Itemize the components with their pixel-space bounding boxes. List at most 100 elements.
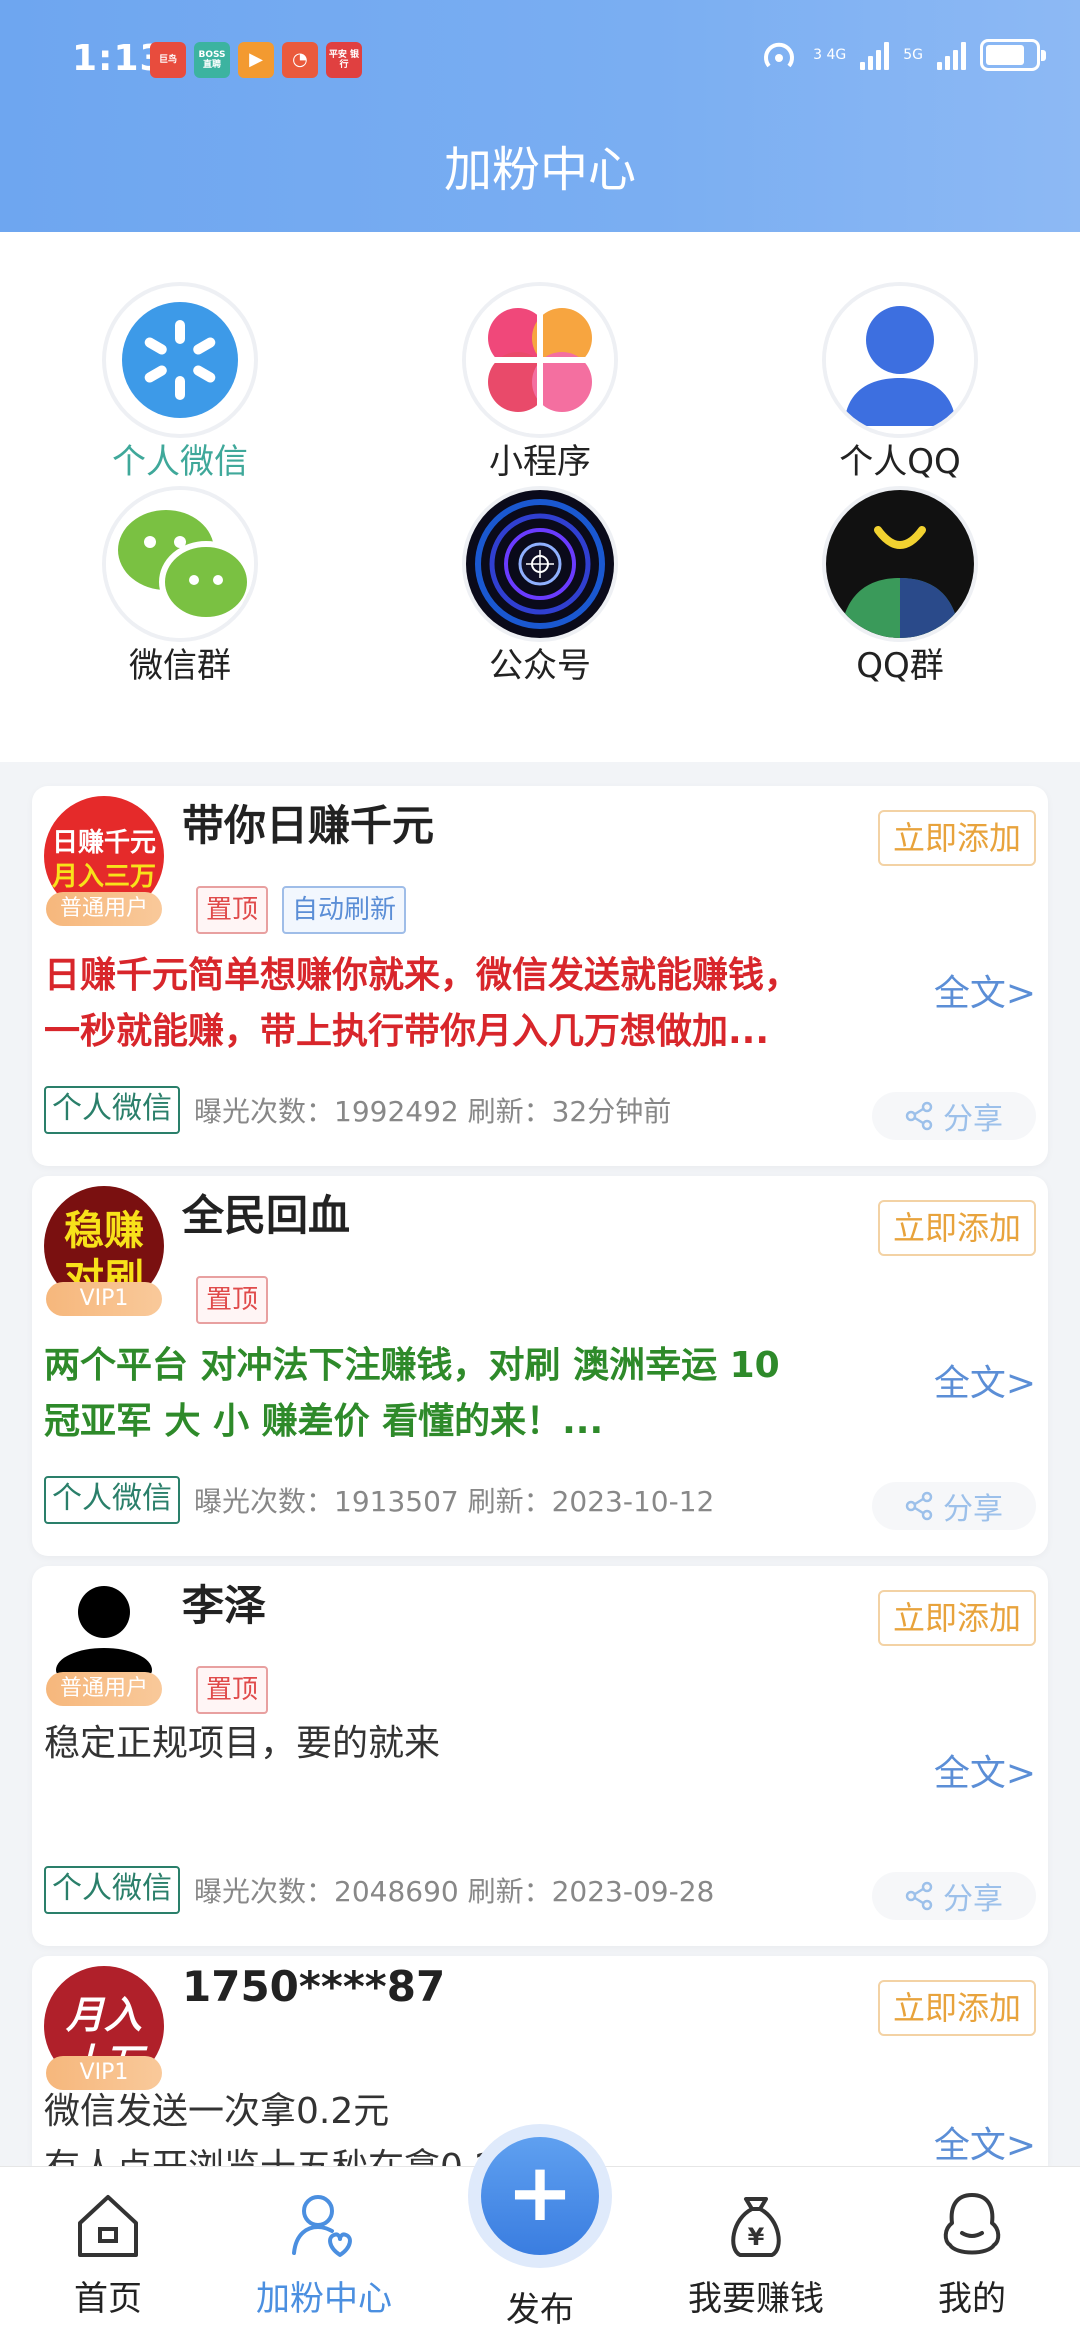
nav-profile[interactable]: 我的 <box>882 2189 1062 2320</box>
share-label: 分享 <box>943 1492 1003 1527</box>
nav-label: 首页 <box>74 2279 142 2319</box>
nav-earn-money[interactable]: ¥ 我要赚钱 <box>666 2189 846 2320</box>
network-type-2: 5G <box>903 47 923 63</box>
nav-label: 我的 <box>938 2279 1006 2319</box>
user-level-badge: VIP1 <box>46 1282 162 1316</box>
app-icon-video: ▶ <box>238 42 274 78</box>
post-author-name: 1750****87 <box>182 1962 446 2011</box>
post-content: 日赚千元简单想赚你就来，微信发送就能赚钱， 一秒就能赚，带上执行带你月入几万想做… <box>44 948 904 1060</box>
post-author-name: 李泽 <box>182 1581 267 1630</box>
avatar-text-line-1: 月入 <box>65 1993 142 2037</box>
page-title: 加粉中心 <box>443 142 636 198</box>
post-content-line: 微信发送一次拿0.2元 <box>44 2091 390 2132</box>
post-content-line: 冠亚军 大 小 赚差价 看懂的来！... <box>44 1401 604 1442</box>
plus-icon: + <box>481 2137 599 2255</box>
mini-program-icon <box>466 286 614 434</box>
post-author-name: 全民回血 <box>182 1191 351 1240</box>
category-official-account[interactable]: 公众号 <box>430 490 650 686</box>
contact-type-tag: 个人微信 <box>44 1476 180 1524</box>
fans-center-icon <box>292 2195 352 2257</box>
money-bag-icon: ¥ <box>731 2197 781 2257</box>
post-footer: 个人微信 曝光次数：1992492 刷新：32分钟前 <box>44 1086 671 1134</box>
category-wechat-group[interactable]: 微信群 <box>70 490 290 686</box>
signal-icon-2 <box>937 40 966 70</box>
post-content-line: 日赚千元简单想赚你就来，微信发送就能赚钱， <box>44 955 801 996</box>
share-button[interactable]: 分享 <box>872 1092 1036 1140</box>
avatar-text-line-2: 月入三万 <box>51 862 156 892</box>
post-content: 两个平台 对冲法下注赚钱，对刷 澳洲幸运 10 冠亚军 大 小 赚差价 看懂的来… <box>44 1338 904 1450</box>
category-qq-group[interactable]: QQ群 <box>790 490 1010 686</box>
hotspot-icon <box>764 42 795 68</box>
category-mini-program[interactable]: 小程序 <box>430 286 650 482</box>
full-text-link[interactable]: 全文> <box>934 2116 1036 2166</box>
nav-fans-center[interactable]: 加粉中心 <box>234 2189 414 2320</box>
post-content-line: 稳定正规项目，要的就来 <box>44 1723 441 1764</box>
share-label: 分享 <box>943 1102 1003 1137</box>
share-icon <box>905 1101 933 1131</box>
share-icon <box>905 1881 933 1911</box>
share-button[interactable]: 分享 <box>872 1482 1036 1530</box>
pinned-tag: 置顶 <box>196 1666 269 1714</box>
nav-label: 加粉中心 <box>256 2279 392 2319</box>
app-header: 1:13 巨鸟 BOSS 直聘 ▶ ◔ 平安 银行 3 4G 5G 加粉中心 <box>0 0 1080 232</box>
full-text-link[interactable]: 全文> <box>934 1744 1036 1796</box>
status-bar: 1:13 巨鸟 BOSS 直聘 ▶ ◔ 平安 银行 3 4G 5G <box>0 0 1080 120</box>
app-icon-boss: BOSS 直聘 <box>194 42 230 78</box>
post-footer: 个人微信 曝光次数：1913507 刷新：2023-10-12 <box>44 1476 714 1524</box>
post-meta: 曝光次数：2048690 刷新：2023-09-28 <box>194 1875 715 1908</box>
user-level-badge: 普通用户 <box>46 892 162 926</box>
share-button[interactable]: 分享 <box>872 1872 1036 1920</box>
avatar-text-line-1: 日赚千元 <box>51 828 156 858</box>
signal-icon-1 <box>860 40 890 70</box>
qq-personal-icon <box>826 286 974 434</box>
add-now-button[interactable]: 立即添加 <box>878 810 1036 866</box>
network-type-1: 3 4G <box>813 47 847 63</box>
category-label: QQ群 <box>856 646 944 686</box>
app-icon-1: 巨鸟 <box>150 42 186 78</box>
category-label: 微信群 <box>129 646 231 686</box>
notification-icons: 巨鸟 BOSS 直聘 ▶ ◔ 平安 银行 <box>150 42 362 78</box>
svg-text:¥: ¥ <box>748 2223 765 2251</box>
post-content-line: 有人点开浏览十五秒在拿0.2 <box>44 2140 904 2166</box>
post-content: 微信发送一次拿0.2元 有人点开浏览十五秒在拿0.2 <box>44 2084 904 2166</box>
post-card[interactable]: 稳赚 对刷 VIP1 全民回血 立即添加 置顶 两个平台 对冲法下注赚钱，对刷 … <box>32 1176 1048 1556</box>
post-card[interactable]: 普通用户 李泽 立即添加 置顶 稳定正规项目，要的就来 全文> 个人微信 曝光次… <box>32 1566 1048 1946</box>
post-card[interactable]: 日赚千元 月入三万 普通用户 带你日赚千元 立即添加 置顶 自动刷新 日赚千元简… <box>32 786 1048 1166</box>
auto-refresh-tag: 自动刷新 <box>282 886 407 934</box>
category-label: 小程序 <box>489 442 591 482</box>
post-content: 稳定正规项目，要的就来 <box>44 1716 904 1772</box>
nav-home[interactable]: 首页 <box>18 2189 198 2320</box>
post-author-name: 带你日赚千元 <box>182 801 435 850</box>
system-icons: 3 4G 5G <box>759 38 1046 72</box>
post-content-line: 两个平台 对冲法下注赚钱，对刷 澳洲幸运 10 <box>44 1345 780 1386</box>
nav-label-publish: 发布 <box>506 2290 574 2330</box>
profile-icon <box>943 2193 1001 2255</box>
app-icon-4: ◔ <box>282 42 318 78</box>
pinned-tag: 置顶 <box>196 1276 269 1324</box>
qq-group-icon <box>826 490 974 638</box>
user-level-badge: 普通用户 <box>46 1672 162 1706</box>
add-now-button[interactable]: 立即添加 <box>878 1980 1036 2036</box>
wechat-personal-icon <box>106 286 254 434</box>
app-icon-bank: 平安 银行 <box>326 42 362 78</box>
contact-type-tag: 个人微信 <box>44 1866 180 1914</box>
wechat-group-icon <box>106 490 254 638</box>
category-label: 公众号 <box>489 646 591 686</box>
post-tags: 置顶 <box>196 1666 269 1714</box>
full-text-link[interactable]: 全文> <box>934 1354 1036 1406</box>
share-icon <box>905 1491 933 1521</box>
official-account-icon <box>466 490 614 638</box>
full-text-link[interactable]: 全文> <box>934 964 1036 1016</box>
add-now-button[interactable]: 立即添加 <box>878 1590 1036 1646</box>
post-meta: 曝光次数：1913507 刷新：2023-10-12 <box>194 1485 715 1518</box>
post-tags: 置顶 <box>196 1276 269 1324</box>
category-personal-qq[interactable]: 个人QQ <box>790 286 1010 482</box>
post-content-line: 一秒就能赚，带上执行带你月入几万想做加... <box>44 1011 770 1052</box>
publish-button[interactable]: + <box>468 2124 612 2268</box>
category-panel: 个人微信 小程序 个人QQ 微信群 公众号 QQ群 <box>0 232 1080 762</box>
post-tags: 置顶 自动刷新 <box>196 886 407 934</box>
post-meta: 曝光次数：1992492 刷新：32分钟前 <box>194 1095 672 1128</box>
category-personal-wechat[interactable]: 个人微信 <box>70 286 290 482</box>
share-label: 分享 <box>943 1882 1003 1917</box>
add-now-button[interactable]: 立即添加 <box>878 1200 1036 1256</box>
